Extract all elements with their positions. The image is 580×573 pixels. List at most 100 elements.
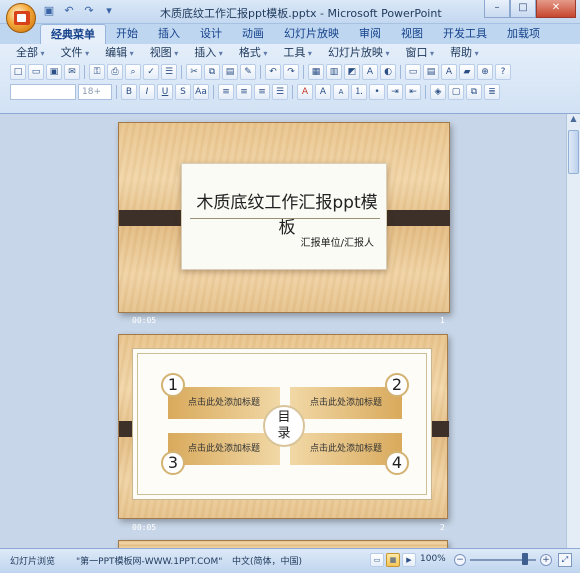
fit-to-window-icon[interactable]: ⤢	[558, 553, 572, 567]
font-size-combo[interactable]: 18+	[78, 84, 112, 100]
menu-help[interactable]: 帮助	[444, 46, 485, 61]
italic-button[interactable]: I	[139, 84, 155, 100]
wordart-icon[interactable]: A	[362, 64, 378, 80]
align-center-icon[interactable]: ≡	[236, 84, 252, 100]
tab-animation[interactable]: 动画	[232, 24, 274, 44]
copy-icon[interactable]: ⧉	[204, 64, 220, 80]
zoom-in-button[interactable]: +	[540, 554, 552, 566]
tab-slideshow[interactable]: 幻灯片放映	[274, 24, 349, 44]
save-icon[interactable]: ▣	[46, 64, 62, 80]
align-left-icon[interactable]: ≡	[218, 84, 234, 100]
tab-design[interactable]: 设计	[190, 24, 232, 44]
close-button[interactable]: ✕	[536, 0, 576, 18]
slide-thumbnail-2[interactable]: 点击此处添加标题 点击此处添加标题 点击此处添加标题 点击此处添加标题 1 2 …	[118, 334, 449, 519]
align-right-icon[interactable]: ≡	[254, 84, 270, 100]
font-color-button[interactable]: A	[297, 84, 313, 100]
textbox-icon[interactable]: A	[441, 64, 457, 80]
picture-icon[interactable]: ◩	[344, 64, 360, 80]
folder-icon[interactable]: ▰	[459, 64, 475, 80]
toc-number-4: 4	[385, 451, 409, 475]
tab-insert[interactable]: 插入	[148, 24, 190, 44]
tab-addins[interactable]: 加载项	[497, 24, 550, 44]
menu-window[interactable]: 窗口	[400, 46, 441, 61]
toc-item-1: 点击此处添加标题	[168, 387, 280, 419]
undo-icon[interactable]: ↶	[265, 64, 281, 80]
permission-icon[interactable]: ⚿	[89, 64, 105, 80]
title-bar: ▣ ↶ ↷ ▾ 木质底纹工作汇报ppt模板.pptx - Microsoft P…	[0, 0, 580, 24]
menu-insert[interactable]: 插入	[188, 46, 229, 61]
redo-icon[interactable]: ↷	[283, 64, 299, 80]
normal-view-icon[interactable]: ▭	[370, 553, 384, 567]
chart-icon[interactable]: ▥	[326, 64, 342, 80]
email-icon[interactable]: ✉	[64, 64, 80, 80]
shape-fill-icon[interactable]: ◈	[430, 84, 446, 100]
grow-font-button[interactable]: A	[315, 84, 331, 100]
menu-format[interactable]: 格式	[233, 46, 274, 61]
customize-icon[interactable]: ▾	[102, 4, 116, 18]
shadow-button[interactable]: S	[175, 84, 191, 100]
menu-edit[interactable]: 编辑	[99, 46, 140, 61]
office-logo-icon	[14, 11, 30, 25]
tab-view[interactable]: 视图	[391, 24, 433, 44]
numbering-icon[interactable]: ⒈	[351, 84, 367, 100]
view-buttons: ▭ ▦ ▶	[370, 553, 416, 567]
toolbar-separator	[116, 85, 117, 99]
outdent-icon[interactable]: ⇤	[405, 84, 421, 100]
arrange-icon[interactable]: ⧉	[466, 84, 482, 100]
new-slide-icon[interactable]: ▤	[423, 64, 439, 80]
menu-view[interactable]: 视图	[144, 46, 185, 61]
menu-all[interactable]: 全部	[10, 46, 51, 61]
line-style-icon[interactable]: ≣	[484, 84, 500, 100]
zoom-icon[interactable]: ⊕	[477, 64, 493, 80]
new-icon[interactable]: □	[10, 64, 26, 80]
slide-thumbnail-1[interactable]: 木质底纹工作汇报ppt模板 汇报单位/汇报人	[118, 122, 450, 313]
slide-layout-icon[interactable]: ▭	[405, 64, 421, 80]
menu-tools[interactable]: 工具	[277, 46, 318, 61]
toolbar-separator	[260, 65, 261, 79]
research-icon[interactable]: ☰	[161, 64, 177, 80]
zoom-level[interactable]: 100%	[420, 554, 446, 564]
slide-1-timing: 00:05	[132, 316, 157, 325]
menu-file[interactable]: 文件	[55, 46, 96, 61]
minimize-button[interactable]: –	[484, 0, 510, 18]
slideshow-view-icon[interactable]: ▶	[402, 553, 416, 567]
print-preview-icon[interactable]: ⌕	[125, 64, 141, 80]
menu-slideshow[interactable]: 幻灯片放映	[322, 46, 396, 61]
print-icon[interactable]: ⎙	[107, 64, 123, 80]
bullets-icon[interactable]: •	[369, 84, 385, 100]
zoom-out-button[interactable]: −	[454, 554, 466, 566]
indent-icon[interactable]: ⇥	[387, 84, 403, 100]
save-icon[interactable]: ▣	[42, 4, 56, 18]
cut-icon[interactable]: ✂	[186, 64, 202, 80]
theme-name: "第一PPT模板网-WWW.1PPT.COM"	[76, 557, 223, 567]
bold-button[interactable]: B	[121, 84, 137, 100]
vertical-scrollbar[interactable]: ▲	[566, 114, 580, 548]
office-button[interactable]	[6, 3, 36, 33]
paste-icon[interactable]: ▤	[222, 64, 238, 80]
redo-icon[interactable]: ↷	[82, 4, 96, 18]
underline-button[interactable]: U	[157, 84, 173, 100]
tab-developer[interactable]: 开发工具	[433, 24, 497, 44]
shape-outline-icon[interactable]: ▢	[448, 84, 464, 100]
tab-classic-menu[interactable]: 经典菜单	[40, 24, 106, 44]
toolbar-separator	[181, 65, 182, 79]
justify-icon[interactable]: ☰	[272, 84, 288, 100]
undo-icon[interactable]: ↶	[62, 4, 76, 18]
tab-review[interactable]: 审阅	[349, 24, 391, 44]
font-name-combo[interactable]	[10, 84, 76, 100]
format-painter-icon[interactable]: ✎	[240, 64, 256, 80]
tab-home[interactable]: 开始	[106, 24, 148, 44]
scroll-up-icon[interactable]: ▲	[567, 114, 580, 128]
slide-sorter-view-icon[interactable]: ▦	[386, 553, 400, 567]
help-icon[interactable]: ?	[495, 64, 511, 80]
table-icon[interactable]: ▦	[308, 64, 324, 80]
zoom-slider-thumb[interactable]	[522, 553, 528, 565]
spelling-icon[interactable]: ✓	[143, 64, 159, 80]
shrink-font-button[interactable]: A	[333, 84, 349, 100]
change-case-button[interactable]: Aa	[193, 84, 209, 100]
scrollbar-thumb[interactable]	[568, 130, 579, 174]
open-icon[interactable]: ▭	[28, 64, 44, 80]
maximize-button[interactable]: □	[510, 0, 536, 18]
toc-number-2: 2	[385, 373, 409, 397]
color-icon[interactable]: ◐	[380, 64, 396, 80]
